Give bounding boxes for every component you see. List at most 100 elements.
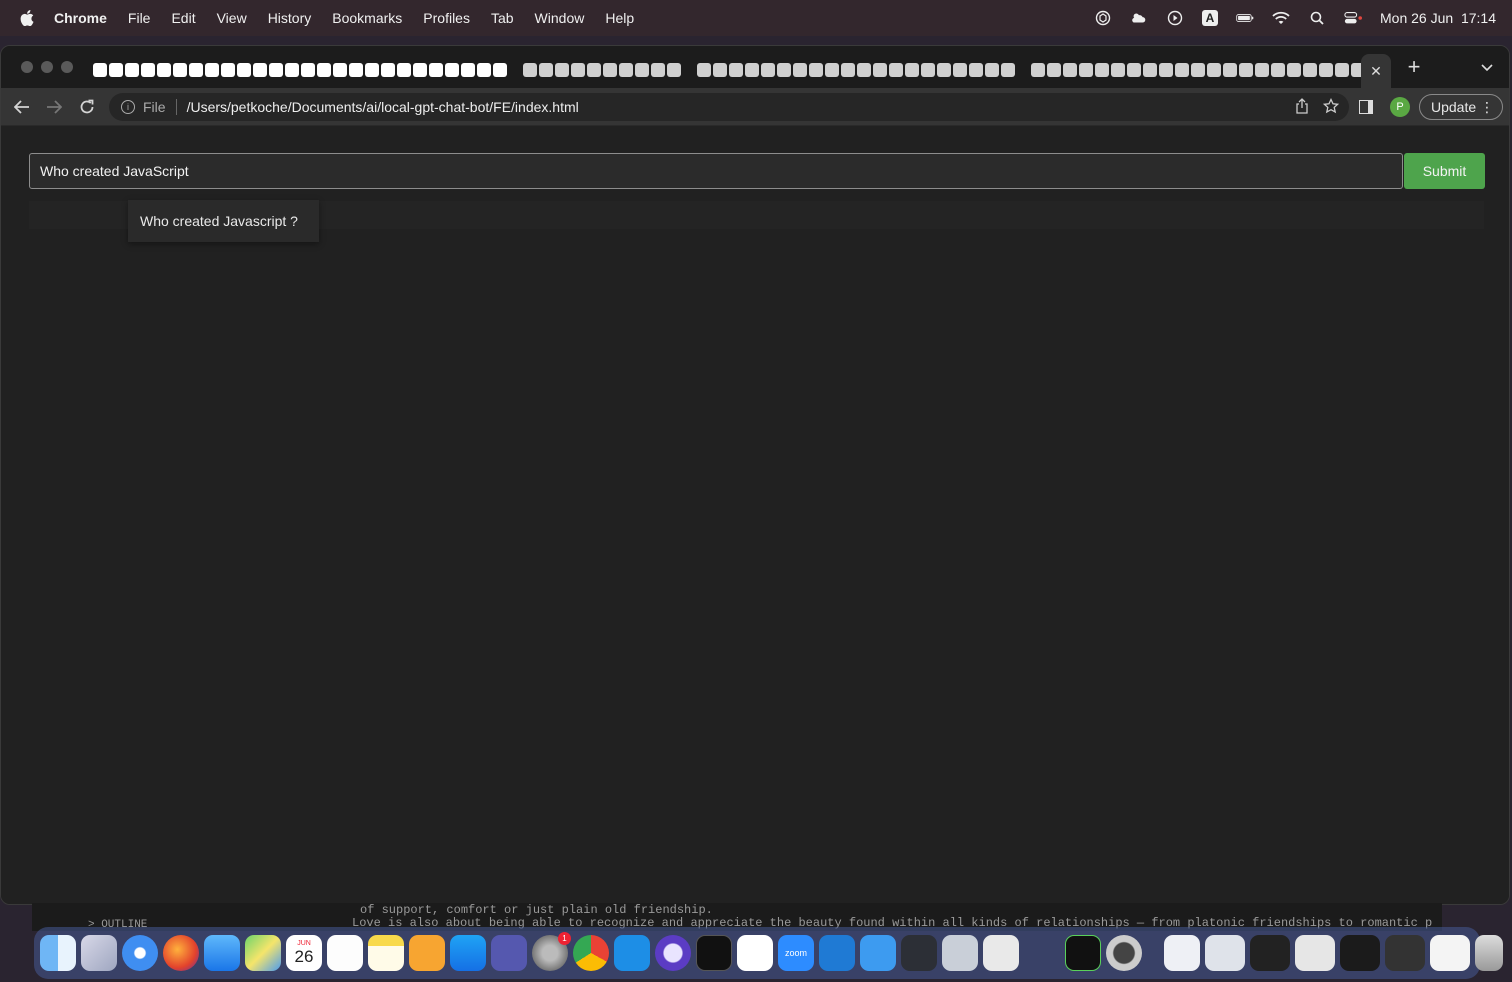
- tab-favicon-icon[interactable]: [571, 63, 585, 77]
- forward-arrow-icon[interactable]: [43, 96, 65, 118]
- tab-favicon-icon[interactable]: [381, 63, 395, 77]
- tab-favicon-icon[interactable]: [125, 63, 139, 77]
- tab-favicon-icon[interactable]: [173, 63, 187, 77]
- play-circle-icon[interactable]: [1166, 10, 1184, 26]
- url-text[interactable]: /Users/petkoche/Documents/ai/local-gpt-c…: [187, 99, 579, 115]
- menu-bookmarks[interactable]: Bookmarks: [332, 10, 402, 26]
- tab-favicon-icon[interactable]: [889, 63, 903, 77]
- tab-favicon-icon[interactable]: [1255, 63, 1269, 77]
- tab-favicon-icon[interactable]: [857, 63, 871, 77]
- calendar-icon[interactable]: JUN 26: [286, 935, 322, 971]
- docker-icon[interactable]: [614, 935, 650, 971]
- tab-favicon-icon[interactable]: [1175, 63, 1189, 77]
- launchpad-icon[interactable]: [81, 935, 117, 971]
- tab-favicon-icon[interactable]: [937, 63, 951, 77]
- recent-window-thumbnail[interactable]: [1205, 935, 1245, 971]
- tab-favicon-icon[interactable]: [317, 63, 331, 77]
- tab-favicon-icon[interactable]: [253, 63, 267, 77]
- tab-favicon-icon[interactable]: [825, 63, 839, 77]
- keynote-icon[interactable]: [860, 935, 896, 971]
- safari-icon[interactable]: [122, 935, 158, 971]
- input-source-icon[interactable]: A: [1202, 10, 1219, 26]
- close-tab-icon[interactable]: ✕: [1370, 63, 1382, 80]
- tab-favicon-icon[interactable]: [587, 63, 601, 77]
- tab-favicon-icon[interactable]: [1031, 63, 1045, 77]
- menu-tab[interactable]: Tab: [491, 10, 514, 26]
- script-editor-icon[interactable]: [983, 935, 1019, 971]
- app-store-icon[interactable]: [450, 935, 486, 971]
- console-icon[interactable]: [1065, 935, 1101, 971]
- tab-favicon-icon[interactable]: [651, 63, 665, 77]
- tab-favicon-icon[interactable]: [349, 63, 363, 77]
- tab-favicon-icon[interactable]: [141, 63, 155, 77]
- new-tab-button[interactable]: +: [1403, 54, 1425, 79]
- tab-favicon-icon[interactable]: [523, 63, 537, 77]
- tab-favicon-icon[interactable]: [667, 63, 681, 77]
- recent-window-thumbnail[interactable]: [1430, 935, 1470, 971]
- minimize-window-button[interactable]: [41, 61, 53, 73]
- tab-favicon-icon[interactable]: [397, 63, 411, 77]
- maximize-window-button[interactable]: [61, 61, 73, 73]
- vscode-icon[interactable]: [819, 935, 855, 971]
- menu-edit[interactable]: Edit: [171, 10, 195, 26]
- tab-favicon-icon[interactable]: [1111, 63, 1125, 77]
- tab-favicon-icon[interactable]: [477, 63, 491, 77]
- tab-favicon-icon[interactable]: [745, 63, 759, 77]
- tab-favicon-icon[interactable]: [1335, 63, 1349, 77]
- tab-favicon-icon[interactable]: [953, 63, 967, 77]
- zoom-icon[interactable]: zoom: [778, 935, 814, 971]
- finder-icon[interactable]: [40, 935, 76, 971]
- tab-favicon-icon[interactable]: [777, 63, 791, 77]
- menu-history[interactable]: History: [268, 10, 312, 26]
- tab-favicon-icon[interactable]: [1063, 63, 1077, 77]
- question-input[interactable]: [29, 153, 1403, 189]
- site-info-icon[interactable]: i: [121, 100, 135, 114]
- maps-icon[interactable]: [245, 935, 281, 971]
- tab-favicon-icon[interactable]: [429, 63, 443, 77]
- menubar-clock[interactable]: Mon 26 Jun 17:14: [1380, 10, 1496, 26]
- mail-icon[interactable]: [204, 935, 240, 971]
- close-window-button[interactable]: [21, 61, 33, 73]
- tab-favicon-icon[interactable]: [1095, 63, 1109, 77]
- menu-view[interactable]: View: [217, 10, 247, 26]
- tab-favicon-icon[interactable]: [873, 63, 887, 77]
- tab-favicon-icon[interactable]: [921, 63, 935, 77]
- reminders-icon[interactable]: [327, 935, 363, 971]
- kebab-menu-icon[interactable]: ⋮: [1480, 99, 1494, 115]
- firefox-icon[interactable]: [163, 935, 199, 971]
- tab-favicon-icon[interactable]: [539, 63, 553, 77]
- tab-favicon-icon[interactable]: [713, 63, 727, 77]
- pen-tool-icon[interactable]: [1024, 935, 1060, 971]
- tab-favicon-icon[interactable]: [1207, 63, 1221, 77]
- terminal-icon[interactable]: [696, 935, 732, 971]
- menu-profiles[interactable]: Profiles: [423, 10, 470, 26]
- submit-button[interactable]: Submit: [1404, 153, 1485, 189]
- chatgpt-icon[interactable]: [1094, 10, 1112, 26]
- tab-favicon-icon[interactable]: [1239, 63, 1253, 77]
- tab-favicon-icon[interactable]: [189, 63, 203, 77]
- update-button[interactable]: Update ⋮: [1419, 94, 1503, 120]
- tab-favicon-icon[interactable]: [1143, 63, 1157, 77]
- battery-icon[interactable]: [1236, 10, 1254, 26]
- tab-favicon-icon[interactable]: [221, 63, 235, 77]
- active-tab[interactable]: ✕: [1361, 54, 1391, 88]
- tab-favicon-icon[interactable]: [1047, 63, 1061, 77]
- recent-window-thumbnail[interactable]: [1340, 935, 1380, 971]
- autocomplete-suggestion[interactable]: Who created Javascript ?: [128, 200, 319, 242]
- slack-icon[interactable]: [737, 935, 773, 971]
- tab-favicon-icon[interactable]: [285, 63, 299, 77]
- share-icon[interactable]: [1295, 98, 1309, 117]
- menu-file[interactable]: File: [128, 10, 151, 26]
- weather-icon[interactable]: [1130, 10, 1148, 26]
- apple-logo-icon[interactable]: [18, 9, 36, 27]
- profile-avatar[interactable]: P: [1390, 97, 1410, 117]
- tab-favicon-icon[interactable]: [365, 63, 379, 77]
- pages-icon[interactable]: [409, 935, 445, 971]
- tab-favicon-icon[interactable]: [761, 63, 775, 77]
- wifi-icon[interactable]: [1272, 10, 1290, 26]
- recent-window-thumbnail[interactable]: [1250, 935, 1290, 971]
- reload-icon[interactable]: [76, 96, 98, 118]
- tab-favicon-icon[interactable]: [1127, 63, 1141, 77]
- menu-app-name[interactable]: Chrome: [54, 10, 107, 26]
- tab-favicon-icon[interactable]: [461, 63, 475, 77]
